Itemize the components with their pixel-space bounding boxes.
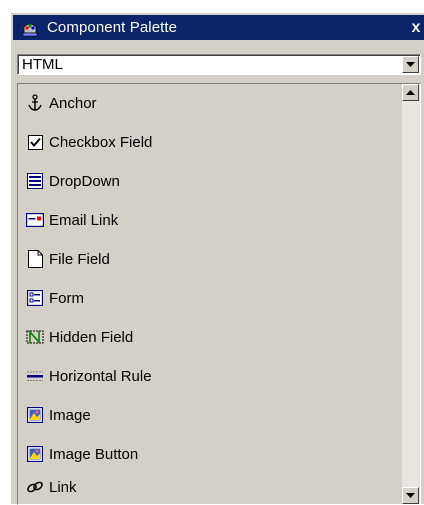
- palette-app-icon: [19, 17, 41, 39]
- list-item-form[interactable]: Form: [26, 287, 84, 309]
- form-icon: [26, 289, 44, 307]
- scroll-up-button[interactable]: [402, 84, 419, 101]
- category-dropdown[interactable]: HTML: [17, 54, 421, 75]
- list-item-label: Checkbox Field: [49, 133, 153, 151]
- list-item-file-field[interactable]: File Field: [26, 248, 110, 270]
- list-item-label: Image Button: [49, 445, 139, 463]
- list-item-label: Email Link: [49, 211, 119, 229]
- image-button-icon: [26, 445, 44, 463]
- chevron-down-icon: [406, 61, 415, 67]
- component-palette-window: Component Palette x HTML Anchor Checkbox…: [10, 12, 424, 505]
- list-item-label: Link: [49, 478, 77, 496]
- vertical-scrollbar[interactable]: [402, 84, 420, 504]
- list-item-email-link[interactable]: Email Link: [26, 209, 118, 231]
- list-item-anchor[interactable]: Anchor: [26, 92, 97, 114]
- category-dropdown-value: HTML: [22, 56, 63, 73]
- list-item-hidden-field[interactable]: Hidden Field: [26, 326, 133, 348]
- list-item-label: Hidden Field: [49, 328, 134, 346]
- list-item-link[interactable]: Link: [26, 476, 77, 498]
- close-button[interactable]: x: [406, 15, 424, 40]
- list-item-image[interactable]: Image: [26, 404, 91, 426]
- component-list: Anchor Checkbox Field DropDown Email Lin…: [17, 83, 421, 505]
- list-item-label: Image: [49, 406, 91, 424]
- list-item-label: File Field: [49, 250, 110, 268]
- window-title: Component Palette: [47, 19, 178, 36]
- checkbox-icon: [26, 133, 44, 151]
- horizontal-rule-icon: [26, 367, 44, 385]
- scroll-down-button[interactable]: [402, 487, 419, 504]
- list-item-label: Anchor: [49, 94, 97, 112]
- dropdown-arrow-button[interactable]: [402, 56, 419, 73]
- email-icon: [26, 211, 44, 229]
- list-item-horizontal-rule[interactable]: Horizontal Rule: [26, 365, 152, 387]
- title-bar[interactable]: Component Palette x: [13, 15, 424, 40]
- chevron-up-icon: [406, 89, 415, 95]
- dropdown-icon: [26, 172, 44, 190]
- list-item-checkbox-field[interactable]: Checkbox Field: [26, 131, 152, 153]
- list-item-label: Horizontal Rule: [49, 367, 152, 385]
- list-item-label: DropDown: [49, 172, 120, 190]
- list-item-image-button[interactable]: Image Button: [26, 443, 138, 465]
- image-icon: [26, 406, 44, 424]
- hidden-field-icon: [26, 328, 44, 346]
- list-item-label: Form: [49, 289, 84, 307]
- anchor-icon: [26, 94, 44, 112]
- link-icon: [26, 478, 44, 496]
- file-icon: [26, 250, 44, 268]
- chevron-down-icon: [406, 492, 415, 498]
- list-item-dropdown[interactable]: DropDown: [26, 170, 120, 192]
